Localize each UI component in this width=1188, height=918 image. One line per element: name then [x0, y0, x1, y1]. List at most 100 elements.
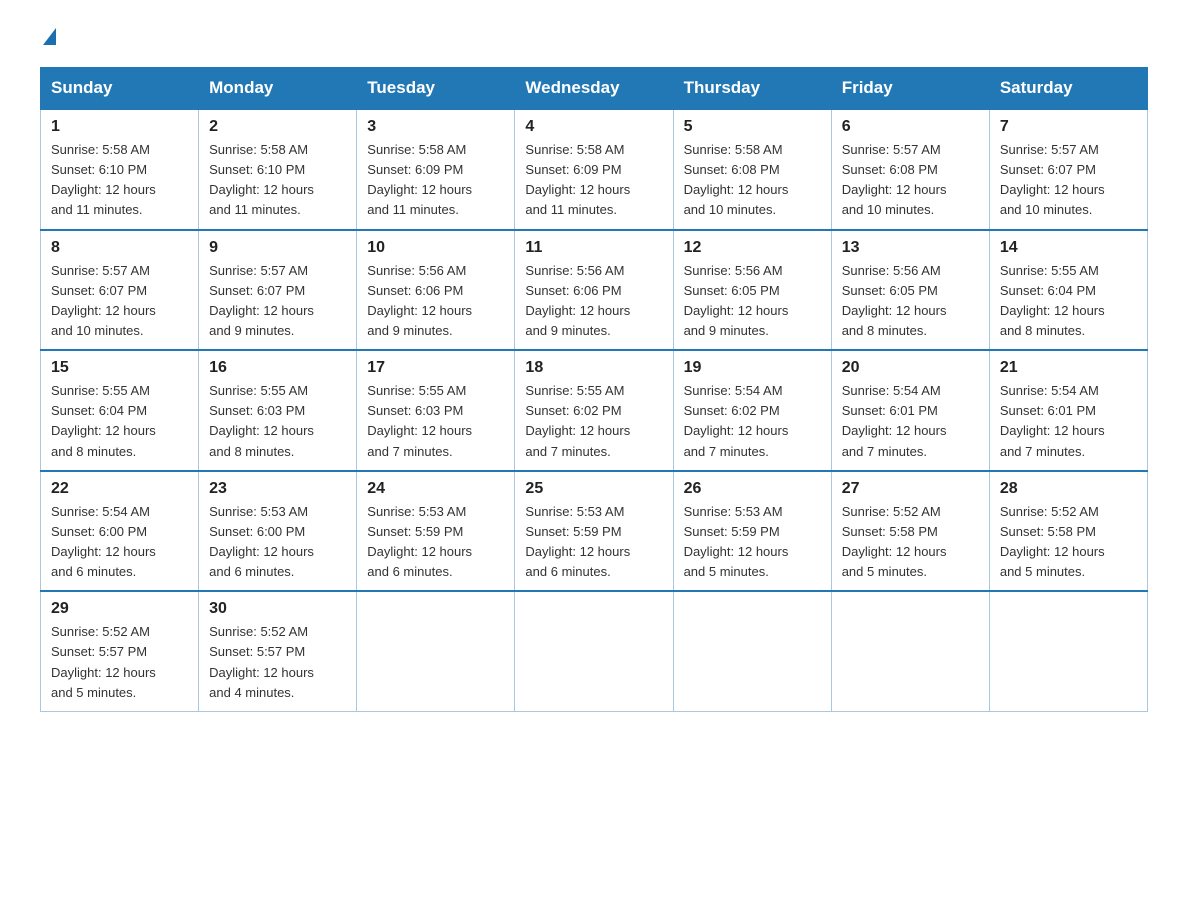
calendar-cell: 15 Sunrise: 5:55 AMSunset: 6:04 PMDayligh…: [41, 350, 199, 471]
calendar-cell: 16 Sunrise: 5:55 AMSunset: 6:03 PMDayligh…: [199, 350, 357, 471]
calendar-cell: 25Sunrise: 5:53 AMSunset: 5:59 PMDayligh…: [515, 471, 673, 592]
day-info: Sunrise: 5:54 AMSunset: 6:01 PMDaylight:…: [1000, 381, 1137, 462]
day-number: 20: [842, 359, 979, 377]
calendar-cell: 11 Sunrise: 5:56 AMSunset: 6:06 PMDayligh…: [515, 230, 673, 351]
day-info: Sunrise: 5:55 AMSunset: 6:03 PMDaylight:…: [209, 381, 346, 462]
logo: [40, 30, 56, 47]
calendar-cell: 20 Sunrise: 5:54 AMSunset: 6:01 PMDayligh…: [831, 350, 989, 471]
calendar-cell: [989, 591, 1147, 711]
day-info: Sunrise: 5:54 AMSunset: 6:02 PMDaylight:…: [684, 381, 821, 462]
day-number: 14: [1000, 239, 1137, 257]
day-info: Sunrise: 5:52 AMSunset: 5:57 PMDaylight:…: [209, 622, 346, 703]
day-info: Sunrise: 5:52 AMSunset: 5:58 PMDaylight:…: [1000, 502, 1137, 583]
day-number: 22: [51, 480, 188, 498]
day-number: 27: [842, 480, 979, 498]
day-info: Sunrise: 5:58 AMSunset: 6:08 PMDaylight:…: [684, 140, 821, 221]
page-header: [40, 30, 1148, 47]
column-header-saturday: Saturday: [989, 68, 1147, 110]
day-info: Sunrise: 5:55 AMSunset: 6:03 PMDaylight:…: [367, 381, 504, 462]
day-number: 19: [684, 359, 821, 377]
calendar-cell: 21Sunrise: 5:54 AMSunset: 6:01 PMDayligh…: [989, 350, 1147, 471]
day-number: 4: [525, 118, 662, 136]
calendar-cell: 12 Sunrise: 5:56 AMSunset: 6:05 PMDayligh…: [673, 230, 831, 351]
day-info: Sunrise: 5:55 AMSunset: 6:04 PMDaylight:…: [1000, 261, 1137, 342]
day-info: Sunrise: 5:56 AMSunset: 6:06 PMDaylight:…: [525, 261, 662, 342]
calendar-week-5: 29 Sunrise: 5:52 AMSunset: 5:57 PMDayligh…: [41, 591, 1148, 711]
calendar-cell: 8 Sunrise: 5:57 AMSunset: 6:07 PMDaylight…: [41, 230, 199, 351]
day-info: Sunrise: 5:57 AMSunset: 6:07 PMDaylight:…: [51, 261, 188, 342]
day-info: Sunrise: 5:55 AMSunset: 6:02 PMDaylight:…: [525, 381, 662, 462]
calendar-week-2: 8 Sunrise: 5:57 AMSunset: 6:07 PMDaylight…: [41, 230, 1148, 351]
day-info: Sunrise: 5:56 AMSunset: 6:05 PMDaylight:…: [842, 261, 979, 342]
day-number: 2: [209, 118, 346, 136]
calendar-cell: 7Sunrise: 5:57 AMSunset: 6:07 PMDaylight…: [989, 109, 1147, 230]
column-header-tuesday: Tuesday: [357, 68, 515, 110]
calendar-cell: [673, 591, 831, 711]
day-number: 3: [367, 118, 504, 136]
calendar-cell: 19 Sunrise: 5:54 AMSunset: 6:02 PMDayligh…: [673, 350, 831, 471]
day-info: Sunrise: 5:53 AMSunset: 6:00 PMDaylight:…: [209, 502, 346, 583]
calendar-week-4: 22 Sunrise: 5:54 AMSunset: 6:00 PMDayligh…: [41, 471, 1148, 592]
calendar-cell: 2 Sunrise: 5:58 AMSunset: 6:10 PMDaylight…: [199, 109, 357, 230]
day-number: 12: [684, 239, 821, 257]
day-info: Sunrise: 5:55 AMSunset: 6:04 PMDaylight:…: [51, 381, 188, 462]
calendar-cell: [515, 591, 673, 711]
column-header-friday: Friday: [831, 68, 989, 110]
day-number: 18: [525, 359, 662, 377]
day-info: Sunrise: 5:57 AMSunset: 6:07 PMDaylight:…: [209, 261, 346, 342]
day-number: 16: [209, 359, 346, 377]
day-number: 10: [367, 239, 504, 257]
calendar-cell: 1Sunrise: 5:58 AMSunset: 6:10 PMDaylight…: [41, 109, 199, 230]
day-info: Sunrise: 5:58 AMSunset: 6:10 PMDaylight:…: [209, 140, 346, 221]
day-info: Sunrise: 5:53 AMSunset: 5:59 PMDaylight:…: [684, 502, 821, 583]
day-number: 8: [51, 239, 188, 257]
day-number: 29: [51, 600, 188, 618]
day-info: Sunrise: 5:56 AMSunset: 6:05 PMDaylight:…: [684, 261, 821, 342]
calendar-cell: 10 Sunrise: 5:56 AMSunset: 6:06 PMDayligh…: [357, 230, 515, 351]
day-info: Sunrise: 5:54 AMSunset: 6:00 PMDaylight:…: [51, 502, 188, 583]
day-number: 9: [209, 239, 346, 257]
calendar-cell: 26 Sunrise: 5:53 AMSunset: 5:59 PMDayligh…: [673, 471, 831, 592]
calendar-cell: 4 Sunrise: 5:58 AMSunset: 6:09 PMDaylight…: [515, 109, 673, 230]
column-header-thursday: Thursday: [673, 68, 831, 110]
day-number: 6: [842, 118, 979, 136]
day-info: Sunrise: 5:57 AMSunset: 6:08 PMDaylight:…: [842, 140, 979, 221]
calendar-cell: [831, 591, 989, 711]
day-number: 11: [525, 239, 662, 257]
day-info: Sunrise: 5:58 AMSunset: 6:09 PMDaylight:…: [525, 140, 662, 221]
day-number: 23: [209, 480, 346, 498]
calendar-cell: 23 Sunrise: 5:53 AMSunset: 6:00 PMDayligh…: [199, 471, 357, 592]
day-info: Sunrise: 5:58 AMSunset: 6:10 PMDaylight:…: [51, 140, 188, 221]
day-info: Sunrise: 5:58 AMSunset: 6:09 PMDaylight:…: [367, 140, 504, 221]
logo-triangle-icon: [43, 28, 56, 45]
day-number: 24: [367, 480, 504, 498]
column-header-wednesday: Wednesday: [515, 68, 673, 110]
day-number: 28: [1000, 480, 1137, 498]
day-info: Sunrise: 5:53 AMSunset: 5:59 PMDaylight:…: [525, 502, 662, 583]
day-number: 15: [51, 359, 188, 377]
calendar-cell: 18 Sunrise: 5:55 AMSunset: 6:02 PMDayligh…: [515, 350, 673, 471]
calendar-cell: 5 Sunrise: 5:58 AMSunset: 6:08 PMDaylight…: [673, 109, 831, 230]
day-number: 7: [1000, 118, 1137, 136]
day-number: 30: [209, 600, 346, 618]
day-number: 5: [684, 118, 821, 136]
day-info: Sunrise: 5:56 AMSunset: 6:06 PMDaylight:…: [367, 261, 504, 342]
day-number: 17: [367, 359, 504, 377]
calendar-cell: 24Sunrise: 5:53 AMSunset: 5:59 PMDayligh…: [357, 471, 515, 592]
calendar-cell: 6 Sunrise: 5:57 AMSunset: 6:08 PMDaylight…: [831, 109, 989, 230]
day-info: Sunrise: 5:52 AMSunset: 5:57 PMDaylight:…: [51, 622, 188, 703]
calendar-week-3: 15 Sunrise: 5:55 AMSunset: 6:04 PMDayligh…: [41, 350, 1148, 471]
calendar-cell: 30 Sunrise: 5:52 AMSunset: 5:57 PMDayligh…: [199, 591, 357, 711]
calendar-cell: 28 Sunrise: 5:52 AMSunset: 5:58 PMDayligh…: [989, 471, 1147, 592]
calendar-cell: 14 Sunrise: 5:55 AMSunset: 6:04 PMDayligh…: [989, 230, 1147, 351]
day-info: Sunrise: 5:54 AMSunset: 6:01 PMDaylight:…: [842, 381, 979, 462]
calendar-cell: 29 Sunrise: 5:52 AMSunset: 5:57 PMDayligh…: [41, 591, 199, 711]
day-number: 26: [684, 480, 821, 498]
calendar-cell: [357, 591, 515, 711]
calendar-cell: 13 Sunrise: 5:56 AMSunset: 6:05 PMDayligh…: [831, 230, 989, 351]
column-header-monday: Monday: [199, 68, 357, 110]
calendar-cell: 27Sunrise: 5:52 AMSunset: 5:58 PMDayligh…: [831, 471, 989, 592]
day-number: 13: [842, 239, 979, 257]
calendar-week-1: 1Sunrise: 5:58 AMSunset: 6:10 PMDaylight…: [41, 109, 1148, 230]
calendar-cell: 17 Sunrise: 5:55 AMSunset: 6:03 PMDayligh…: [357, 350, 515, 471]
